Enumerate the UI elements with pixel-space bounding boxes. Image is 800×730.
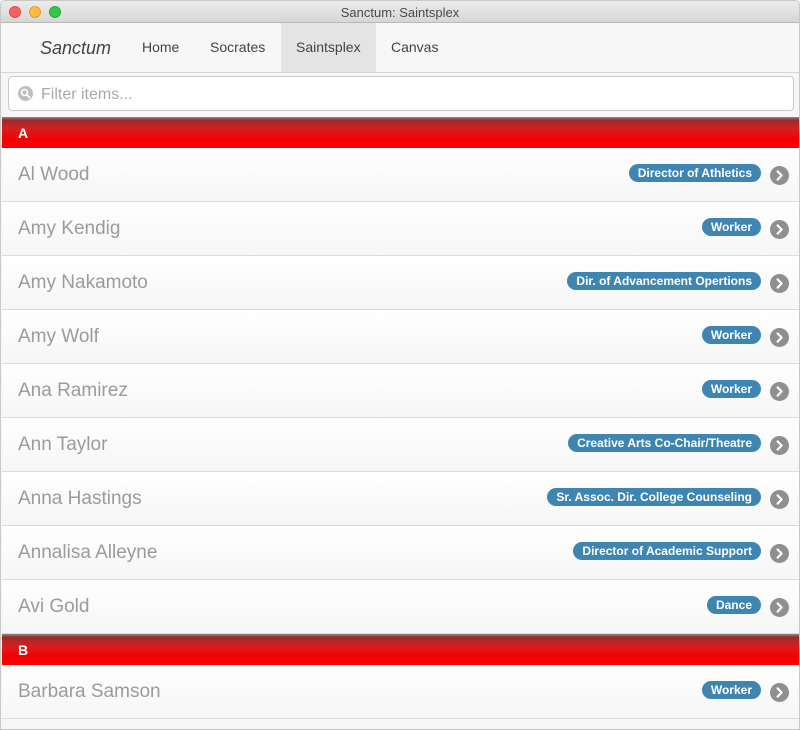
nav-tab-canvas[interactable]: Canvas xyxy=(376,23,453,72)
chevron-right-circle-icon[interactable] xyxy=(770,166,789,185)
chevron-right-circle-icon[interactable] xyxy=(770,328,789,347)
role-badge: Worker xyxy=(701,218,761,236)
list-item[interactable]: Amy Nakamoto Dir. of Advancement Opertion… xyxy=(2,256,799,310)
list-item[interactable]: Ann Taylor Creative Arts Co-Chair/Theatre xyxy=(2,418,799,472)
nav-tab-home[interactable]: Home xyxy=(127,23,194,72)
list-item[interactable]: Barbara Samson Worker xyxy=(2,665,799,719)
brand-link[interactable]: Sanctum xyxy=(40,38,111,59)
filter-input[interactable] xyxy=(39,77,783,112)
window-title: Sanctum: Saintsplex xyxy=(340,5,460,20)
nav-tab-saintsplex[interactable]: Saintsplex xyxy=(281,23,376,72)
role-badge: Creative Arts Co-Chair/Theatre xyxy=(568,434,761,452)
person-name: Anna Hastings xyxy=(18,488,142,509)
person-name: Amy Kendig xyxy=(18,218,121,239)
filter-bar xyxy=(8,76,794,112)
list-item[interactable]: Anna Hastings Sr. Assoc. Dir. College Cou… xyxy=(2,472,799,526)
list-item[interactable]: Amy Kendig Worker xyxy=(2,202,799,256)
chevron-right-circle-icon[interactable] xyxy=(770,490,789,509)
title-bar: Sanctum: Saintsplex xyxy=(1,1,799,23)
nav-tab-socrates[interactable]: Socrates xyxy=(195,23,280,72)
list-item[interactable]: Al Wood Director of Athletics xyxy=(2,148,799,202)
person-name: Al Wood xyxy=(18,164,90,185)
list-item[interactable]: Ana Ramirez Worker xyxy=(2,364,799,418)
chevron-right-circle-icon[interactable] xyxy=(770,436,789,455)
person-name: Annalisa Alleyne xyxy=(18,542,158,563)
person-name: Avi Gold xyxy=(18,596,90,617)
chevron-right-circle-icon[interactable] xyxy=(770,220,789,239)
people-list: A Al Wood Director of Athletics Amy Kendig W… xyxy=(2,117,799,719)
person-name: Amy Nakamoto xyxy=(18,272,148,293)
chevron-right-circle-icon[interactable] xyxy=(770,382,789,401)
person-name: Amy Wolf xyxy=(18,326,99,347)
role-badge: Worker xyxy=(701,681,761,699)
role-badge: Worker xyxy=(701,380,761,398)
list-item[interactable]: Avi Gold Dance xyxy=(2,580,799,634)
role-badge: Director of Athletics xyxy=(628,164,761,182)
chevron-right-circle-icon[interactable] xyxy=(770,683,789,702)
chevron-right-circle-icon[interactable] xyxy=(770,598,789,617)
app-window: Sanctum: Saintsplex Sanctum Home Socrate… xyxy=(0,0,800,730)
chevron-right-circle-icon[interactable] xyxy=(770,544,789,563)
role-badge: Dance xyxy=(706,596,761,614)
section-header-b: B xyxy=(2,634,799,665)
list-item[interactable]: Amy Wolf Worker xyxy=(2,310,799,364)
chevron-right-circle-icon[interactable] xyxy=(770,274,789,293)
person-name: Barbara Samson xyxy=(18,681,161,702)
role-badge: Dir. of Advancement Opertions xyxy=(567,272,761,290)
person-name: Ana Ramirez xyxy=(18,380,128,401)
role-badge: Sr. Assoc. Dir. College Counseling xyxy=(547,488,761,506)
section-header-a: A xyxy=(2,117,799,148)
list-item[interactable]: Annalisa Alleyne Director of Academic Sup… xyxy=(2,526,799,580)
person-name: Ann Taylor xyxy=(18,434,108,455)
role-badge: Director of Academic Support xyxy=(573,542,761,560)
role-badge: Worker xyxy=(701,326,761,344)
search-icon xyxy=(18,86,33,101)
top-navbar: Sanctum Home Socrates Saintsplex Canvas xyxy=(1,23,799,73)
